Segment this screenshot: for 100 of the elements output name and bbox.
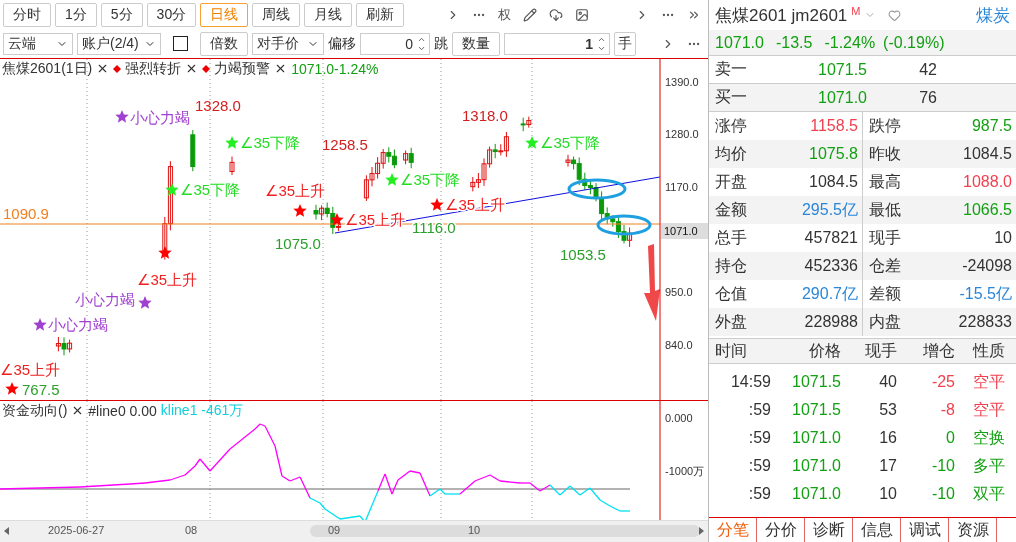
contract-name: 焦煤2601 jm2601 (715, 4, 848, 27)
period-tab[interactable]: 5分 (100, 2, 143, 27)
refresh-button[interactable]: 刷新 (356, 2, 405, 27)
chart-annotation: 小心力竭 (75, 290, 135, 308)
chart-annotation: ∠35上升 (0, 360, 61, 378)
line-value: #line0 0.00 (88, 402, 157, 419)
period-tab[interactable]: 1分 (55, 2, 97, 27)
trade-time: :59 (747, 457, 771, 475)
chart-annotation: ∠35下降 (240, 133, 301, 151)
candlestick (190, 129, 196, 172)
chart-annotation: 1328.0 (195, 96, 241, 114)
trade-volume: 10 (878, 485, 897, 503)
trade-type: 空换 (972, 427, 1005, 448)
trade-type: 空平 (972, 371, 1005, 392)
multiplier-button[interactable]: 倍数 (200, 31, 248, 56)
book-price: 1071.5 (817, 60, 867, 79)
stat-label: 昨收 (869, 143, 901, 164)
stat-label: 均价 (715, 143, 747, 164)
stat-value: 295.5亿 (801, 199, 858, 220)
rights-button[interactable]: 权 (494, 3, 516, 26)
indicator-label: 强烈转折 (125, 59, 182, 78)
stat-value: 452336 (804, 257, 858, 275)
stat-value: -15.5亿 (959, 283, 1012, 304)
axis-label: 950.0 (665, 285, 693, 298)
stat-value: 290.7亿 (801, 283, 858, 304)
scroll-left-icon[interactable] (3, 527, 11, 536)
star-icon (165, 182, 179, 196)
stat-value: 987.5 (971, 117, 1012, 135)
open-interest-change: -10 (930, 485, 955, 503)
price-type-select[interactable]: 对手价 (252, 32, 324, 55)
column-header: 性质 (971, 340, 1005, 361)
date-label: 2025-06-27 (48, 524, 105, 537)
date-label: 08 (185, 524, 198, 537)
date-label: 09 (328, 524, 341, 537)
highlight-ellipse (596, 214, 652, 236)
extra-percent: (-0.19%) (883, 33, 945, 52)
offset-field[interactable]: 0 (360, 32, 430, 55)
candlestick (229, 155, 235, 176)
axis-label: 0.000 (665, 411, 693, 424)
chart-annotation: 1053.5 (560, 245, 606, 263)
chart-annotation: ∠35上升 (137, 270, 198, 288)
favorite-icon[interactable] (888, 8, 902, 22)
period-tab[interactable]: 分时 (3, 2, 51, 27)
trade-price: 1071.0 (791, 429, 841, 447)
trade-volume: 40 (878, 373, 897, 391)
stat-label: 最高 (869, 171, 901, 192)
stat-value: 1075.8 (809, 145, 858, 163)
diamond-icon (113, 64, 122, 73)
chart-annotation: 1116.0 (412, 218, 456, 236)
book-volume: 76 (918, 88, 937, 107)
trade-price: 1071.5 (791, 373, 841, 391)
chart-annotation: ∠35下降 (180, 180, 241, 198)
symbol-label: 焦煤2601(1日) (2, 59, 93, 78)
scrollbar-thumb[interactable] (310, 525, 700, 538)
open-interest-change: 0 (945, 429, 955, 447)
stat-label: 差额 (869, 283, 901, 304)
chart-annotation: 1258.5 (322, 135, 368, 153)
star-icon (225, 135, 239, 149)
period-tab[interactable]: 月线 (304, 2, 353, 27)
quote-label: 1071.0-1.24% (291, 60, 379, 77)
trade-volume: 16 (878, 429, 897, 447)
sector-link[interactable]: 煤炭 (976, 3, 1010, 27)
unit-button[interactable]: 手 (614, 31, 636, 56)
tick-label: 跳 (434, 34, 448, 53)
stat-label: 涨停 (715, 115, 747, 136)
axis-label: 840.0 (665, 338, 693, 351)
stat-label: 现手 (869, 227, 901, 248)
offset-label: 偏移 (328, 34, 356, 53)
diamond-icon (202, 64, 211, 73)
change-percent: -1.24% (824, 33, 876, 52)
quantity-field[interactable]: 1 (504, 32, 610, 55)
open-interest-change: -25 (930, 373, 955, 391)
trade-price: 1071.0 (791, 457, 841, 475)
stat-label: 总手 (715, 227, 747, 248)
checkbox[interactable] (173, 36, 188, 52)
stat-label: 仓差 (869, 255, 901, 276)
column-header: 价格 (808, 340, 841, 361)
open-interest-change: -8 (939, 401, 955, 419)
stat-value: 1084.5 (809, 173, 858, 191)
scroll-right-icon[interactable] (697, 527, 705, 536)
axis-label: 1390.0 (665, 75, 699, 88)
book-volume: 42 (918, 60, 937, 79)
book-label: 卖一 (715, 59, 748, 79)
line-value: kline1 -461万 (160, 401, 244, 420)
stat-label: 仓值 (715, 283, 747, 304)
star-icon (385, 172, 399, 186)
source-select[interactable]: 云端 (3, 32, 73, 55)
period-tab[interactable]: 周线 (252, 2, 301, 27)
account-select[interactable]: 账户(2/4) (77, 32, 161, 55)
date-label: 10 (468, 524, 481, 537)
period-tab[interactable]: 30分 (146, 2, 197, 27)
star-icon (138, 295, 152, 309)
star-icon (330, 212, 344, 226)
trade-time: 14:59 (729, 373, 771, 391)
trade-time: :59 (747, 429, 771, 447)
quantity-button[interactable]: 数量 (452, 31, 500, 56)
trade-price: 1071.5 (791, 401, 841, 419)
current-price-tag: 1071.0 (661, 222, 708, 239)
chart-annotation: 小心力竭 (130, 108, 190, 126)
indicator-label: 资金动向() (2, 401, 68, 420)
